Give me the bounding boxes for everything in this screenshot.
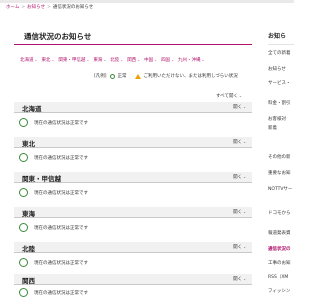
legend-warn-label: ご利用いただけない、または利用しづらい状況 [143, 74, 238, 79]
chevron-down-icon: ⌄ [239, 94, 242, 98]
region-toggle-button[interactable]: 開く⌄ [233, 139, 246, 145]
region-toggle-button[interactable]: 開く⌄ [233, 174, 246, 180]
sidebar-item[interactable]: RSS（XM [268, 274, 288, 280]
sidebar-item[interactable]: 報道発表資 [268, 230, 291, 236]
region-header[interactable]: 北海道 開く⌄ [14, 102, 252, 113]
warning-triangle-icon [134, 73, 141, 79]
ok-circle-icon [19, 188, 28, 197]
sidebar-item[interactable]: 重要なお知 [268, 170, 291, 176]
sidebar-item[interactable]: 新着 [268, 125, 277, 131]
legend: [凡例] 正常 ご利用いただけない、または利用しづらい状況 [94, 73, 238, 79]
sidebar-item-active[interactable]: 通信状況の [268, 246, 291, 252]
sidebar-item[interactable]: その他の新 [268, 154, 291, 160]
breadcrumb-news-link[interactable]: お知らせ [27, 5, 45, 10]
sidebar-item[interactable]: ドコモから [268, 210, 291, 216]
region-name: 北海道 [22, 105, 42, 113]
status-text: 現在の通信状況は正常です [34, 225, 88, 231]
region-toggle-button[interactable]: 開く⌄ [233, 276, 246, 282]
chevron-down-icon: ⌄ [243, 210, 246, 214]
sidebar-item[interactable]: お客様対 [268, 116, 286, 122]
status-text: 現在の通信状況は正常です [34, 120, 88, 126]
status-text: 現在の通信状況は正常です [34, 290, 88, 296]
region-section-hokuriku: 北陸 開く⌄ 現在の通信状況は正常です [14, 242, 252, 276]
status-text: 現在の通信状況は正常です [34, 155, 88, 161]
legend-ok-label: 正常 [117, 74, 127, 79]
chevron-down-icon: ⌄ [243, 105, 246, 109]
title-underline [14, 44, 252, 45]
sidebar-title: お知ら [268, 33, 287, 40]
sidebar-item[interactable]: お知らせ [268, 66, 286, 72]
region-section-tohoku: 東北 開く⌄ 現在の通信状況は正常です [14, 137, 252, 171]
region-status: 現在の通信状況は正常です [19, 118, 88, 127]
region-link-kansai[interactable]: 関西⌄ [127, 57, 140, 63]
region-section-kanto: 関東・甲信越 開く⌄ 現在の通信状況は正常です [14, 172, 252, 206]
region-status: 現在の通信状況は正常です [19, 258, 88, 267]
top-bar [0, 0, 294, 3]
ok-circle-icon [109, 73, 115, 79]
region-header[interactable]: 関西 開く⌄ [14, 274, 252, 285]
region-link-kanto[interactable]: 関東・甲信越⌄ [58, 57, 89, 63]
region-link-hokkaido[interactable]: 北海道⌄ [20, 57, 37, 63]
region-name: 東北 [22, 140, 35, 148]
page-title: 通信状況のお知らせ [24, 32, 92, 41]
region-section-tokai: 東海 開く⌄ 現在の通信状況は正常です [14, 207, 252, 241]
region-status: 現在の通信状況は正常です [19, 153, 88, 162]
breadcrumb-home-link[interactable]: ホーム [6, 5, 19, 10]
region-header[interactable]: 関東・甲信越 開く⌄ [14, 172, 252, 183]
breadcrumb-separator: > [21, 5, 26, 10]
breadcrumb-current: 通信状況のお知らせ [52, 5, 94, 10]
sidebar-item[interactable]: 料金・割引 [268, 100, 291, 106]
sidebar-item[interactable]: フィッシン [268, 288, 290, 294]
sidebar-item[interactable]: 工事のお知 [268, 260, 291, 266]
region-name: 北陸 [22, 245, 35, 253]
sidebar-item[interactable]: NOTTVサー [268, 186, 292, 192]
region-section-hokkaido: 北海道 開く⌄ 現在の通信状況は正常です [14, 102, 252, 136]
ok-circle-icon [19, 153, 28, 162]
breadcrumb: ホーム > お知らせ > 通信状況のお知らせ [6, 4, 93, 10]
region-status: 現在の通信状況は正常です [19, 288, 88, 297]
sidebar-divider [268, 44, 294, 45]
region-name: 東海 [22, 210, 35, 218]
ok-circle-icon [19, 258, 28, 267]
chevron-down-icon: ⌄ [243, 277, 246, 281]
region-link-chugoku[interactable]: 中国⌄ [144, 57, 157, 63]
region-header[interactable]: 北陸 開く⌄ [14, 242, 252, 253]
region-toggle-button[interactable]: 開く⌄ [233, 104, 246, 110]
sidebar: お知ら 全ての新着 お知らせ サービス・ 料金・割引 お客様対 新着 その他の新… [268, 24, 294, 300]
region-toggle-button[interactable]: 開く⌄ [233, 244, 246, 250]
region-link-tohoku[interactable]: 東北⌄ [41, 57, 54, 63]
breadcrumb-separator: > [47, 5, 51, 10]
region-name: 関東・甲信越 [22, 175, 61, 183]
chevron-down-icon: ⌄ [243, 245, 246, 249]
ok-circle-icon [19, 288, 28, 297]
region-header[interactable]: 東海 開く⌄ [14, 207, 252, 218]
legend-label: [凡例] [94, 74, 107, 79]
status-text: 現在の通信状況は正常です [34, 190, 88, 196]
region-toggle-button[interactable]: 開く⌄ [233, 209, 246, 215]
sidebar-item[interactable]: サービス・ [268, 80, 291, 86]
open-all-button[interactable]: すべて開く⌄ [216, 93, 242, 99]
region-status: 現在の通信状況は正常です [19, 188, 88, 197]
ok-circle-icon [19, 118, 28, 127]
region-link-shikoku[interactable]: 四国⌄ [161, 57, 174, 63]
sidebar-item[interactable]: 全ての新着 [268, 50, 291, 56]
chevron-down-icon: ⌄ [243, 175, 246, 179]
region-nav: 北海道⌄ 東北⌄ 関東・甲信越⌄ 東海⌄ 北陸⌄ 関西⌄ 中国⌄ 四国⌄ 九州・… [20, 57, 252, 63]
region-status: 現在の通信状況は正常です [19, 223, 88, 232]
region-name: 関西 [22, 277, 35, 285]
region-link-hokuriku[interactable]: 北陸⌄ [110, 57, 123, 63]
status-text: 現在の通信状況は正常です [34, 260, 88, 266]
region-link-tokai[interactable]: 東海⌄ [93, 57, 106, 63]
ok-circle-icon [19, 223, 28, 232]
region-link-kyushu[interactable]: 九州・沖縄⌄ [178, 57, 204, 63]
region-section-kansai: 関西 開く⌄ 現在の通信状況は正常です [14, 274, 252, 308]
region-header[interactable]: 東北 開く⌄ [14, 137, 252, 148]
chevron-down-icon: ⌄ [243, 140, 246, 144]
